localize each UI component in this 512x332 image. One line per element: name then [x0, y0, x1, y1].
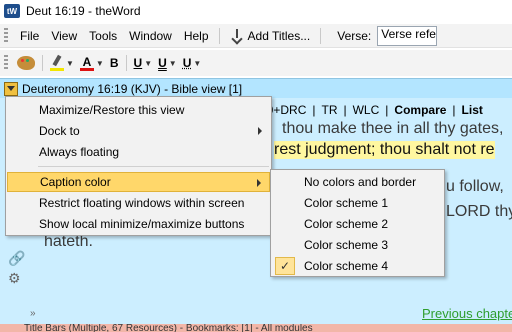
highlight-color-button[interactable]: ▼ — [47, 52, 77, 74]
submenu-item-color-scheme-1[interactable]: Color scheme 1 — [272, 193, 443, 213]
menu-item-label: Color scheme 3 — [304, 238, 389, 252]
submenu-arrow-icon — [258, 127, 262, 135]
verse-text-line: thou make thee in all thy gates, — [282, 120, 504, 137]
list-button[interactable]: List — [462, 103, 483, 117]
add-titles-button[interactable]: Add Titles... — [224, 28, 317, 43]
download-icon — [230, 28, 244, 43]
bible-view-caption[interactable]: Deuteronomy 16:19 (KJV) - Bible view [1] — [0, 78, 512, 98]
menu-item-label: Color scheme 1 — [304, 196, 389, 210]
double-underline-icon: U — [158, 56, 167, 70]
verse-text-line: u follow, — [446, 178, 504, 195]
menu-item-label: Dock to — [39, 124, 80, 138]
underline-icon: U — [133, 56, 143, 70]
check-icon: ✓ — [275, 257, 295, 275]
submenu-item-no-colors[interactable]: No colors and border — [272, 172, 443, 192]
verse-text-line-highlighted: rest judgment; thou shalt not re — [274, 141, 495, 159]
verse-text-line: LORD thy — [446, 203, 512, 220]
bold-button[interactable]: B — [107, 52, 122, 74]
font-color-button[interactable]: A ▼ — [77, 52, 107, 74]
menu-separator — [218, 27, 220, 44]
menu-divider — [38, 166, 269, 167]
module-separator: | — [385, 103, 389, 117]
gear-icon[interactable]: ⚙ — [8, 270, 21, 287]
underline-button[interactable]: U ▼ — [131, 52, 156, 74]
verse-label: Verse: — [337, 28, 372, 43]
toolbar-separator — [125, 55, 127, 71]
menu-tools[interactable]: Tools — [83, 29, 123, 43]
menu-item-label: Color scheme 4 — [304, 259, 389, 273]
toolbar-separator — [42, 55, 43, 71]
menu-item-label: Always floating — [39, 145, 120, 159]
menu-view[interactable]: View — [45, 29, 83, 43]
window-title: Deut 16:19 - theWord — [26, 4, 141, 18]
module-tab-wlc[interactable]: WLC — [353, 103, 380, 117]
menu-item-label: Restrict floating windows within screen — [39, 196, 245, 210]
menu-help[interactable]: Help — [178, 29, 215, 43]
verse-input[interactable]: Verse refere — [377, 25, 438, 46]
font-color-icon: A — [79, 55, 94, 71]
toolbar-grip-icon[interactable] — [4, 27, 8, 44]
caption-color-submenu: No colors and border Color scheme 1 Colo… — [270, 169, 445, 277]
menu-item-label: Caption color — [40, 175, 111, 189]
highlighter-icon — [50, 54, 64, 71]
menu-item-restrict-floating[interactable]: Restrict floating windows within screen — [7, 193, 270, 213]
bible-view-title: Deuteronomy 16:19 (KJV) - Bible view [1] — [22, 81, 243, 96]
caption-context-menu: Maximize/Restore this view Dock to Alway… — [5, 96, 272, 236]
palette-button[interactable] — [14, 52, 38, 74]
app-icon: tW — [4, 4, 20, 18]
caption-menu-button[interactable] — [4, 81, 18, 96]
status-bar: Title Bars (Multiple, 67 Resources) - Bo… — [0, 324, 512, 332]
menu-item-caption-color[interactable]: Caption color — [7, 172, 270, 192]
compare-button[interactable]: Compare — [394, 103, 446, 117]
menu-separator — [320, 27, 322, 44]
dropdown-arrow-icon[interactable]: ▼ — [96, 59, 104, 68]
format-toolbar: ▼ A ▼ B U ▼ U ▼ U ▼ — [0, 50, 512, 76]
menu-item-show-local-buttons[interactable]: Show local minimize/maximize buttons — [7, 214, 270, 234]
chevron-down-icon[interactable]: » — [30, 308, 36, 319]
link-icon[interactable]: 🔗 — [8, 250, 25, 267]
add-titles-label: Add Titles... — [247, 28, 311, 43]
previous-chapter-link[interactable]: Previous chapte — [422, 306, 512, 321]
dropdown-arrow-icon[interactable]: ▼ — [193, 59, 201, 68]
module-tab-tr[interactable]: TR — [321, 103, 337, 117]
menu-window[interactable]: Window — [123, 29, 178, 43]
dotted-underline-icon: U — [182, 56, 192, 70]
dotted-underline-button[interactable]: U ▼ — [180, 52, 205, 74]
submenu-item-color-scheme-2[interactable]: Color scheme 2 — [272, 214, 443, 234]
submenu-item-color-scheme-3[interactable]: Color scheme 3 — [272, 235, 443, 255]
module-tabs: 60+DRC | TR | WLC | Compare | List — [260, 100, 483, 120]
module-separator: | — [312, 103, 316, 117]
menu-item-dock-to[interactable]: Dock to — [7, 121, 270, 141]
dropdown-arrow-icon[interactable]: ▼ — [169, 59, 177, 68]
menu-item-maximize-restore[interactable]: Maximize/Restore this view — [7, 100, 270, 120]
double-underline-button[interactable]: U ▼ — [155, 52, 180, 74]
palette-icon — [17, 56, 35, 70]
title-bar: tW Deut 16:19 - theWord — [0, 0, 512, 22]
submenu-item-color-scheme-4[interactable]: ✓ Color scheme 4 — [272, 256, 443, 276]
dropdown-arrow-icon[interactable]: ▼ — [144, 59, 152, 68]
menu-item-label: Color scheme 2 — [304, 217, 389, 231]
submenu-arrow-icon — [257, 179, 261, 187]
dropdown-arrow-icon[interactable]: ▼ — [66, 59, 74, 68]
module-separator: | — [452, 103, 456, 117]
toolbar-grip-icon[interactable] — [4, 55, 8, 71]
menu-bar: File View Tools Window Help Add Titles..… — [0, 24, 512, 48]
module-separator: | — [343, 103, 347, 117]
menu-item-label: Maximize/Restore this view — [39, 103, 185, 117]
menu-file[interactable]: File — [14, 29, 45, 43]
menu-item-always-floating[interactable]: Always floating — [7, 142, 270, 162]
menu-item-label: Show local minimize/maximize buttons — [39, 217, 245, 231]
menu-item-label: No colors and border — [304, 175, 417, 189]
